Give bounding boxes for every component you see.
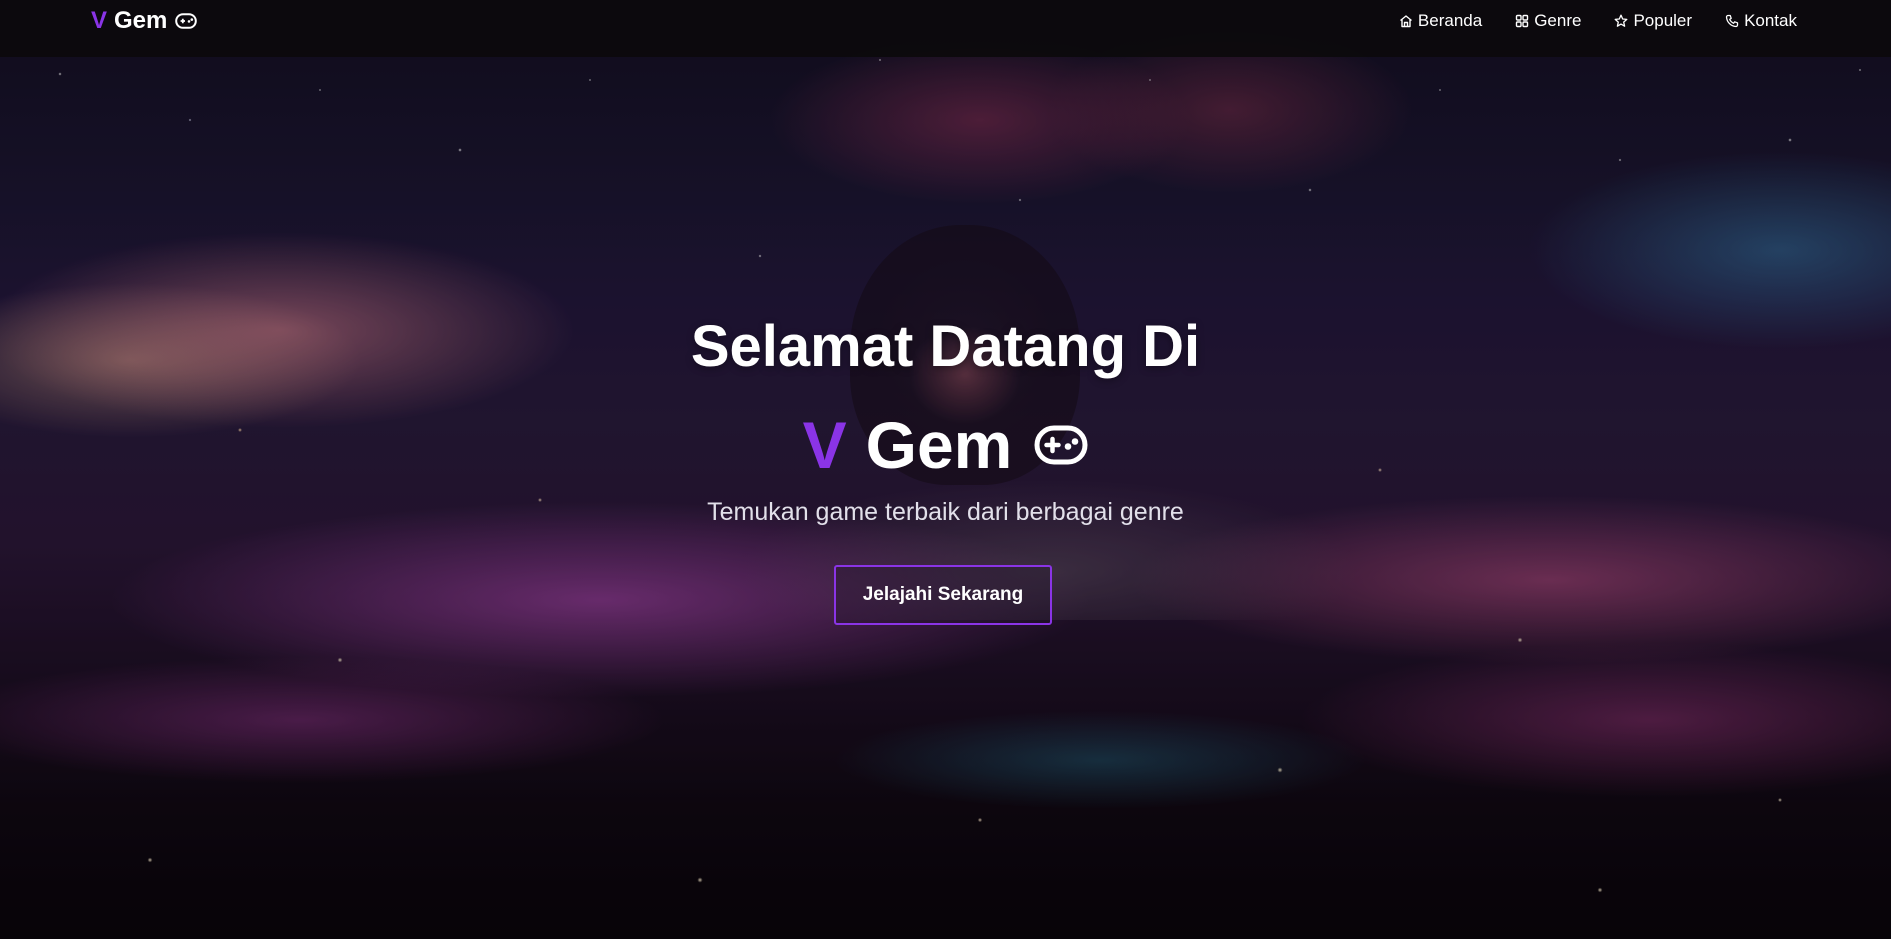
nav-item-genre[interactable]: Genre (1515, 10, 1581, 32)
hero-brand-v: V (802, 408, 847, 482)
home-icon (1399, 15, 1412, 28)
page: V Gem Beranda Genre Populer Kontak Selam… (0, 0, 1891, 939)
hero-subtitle: Temukan game terbaik dari berbagai genre (707, 498, 1184, 526)
phone-icon (1725, 14, 1739, 28)
hero-brand-name: Gem (865, 408, 1013, 482)
nav-item-kontak[interactable]: Kontak (1725, 10, 1797, 32)
nav-item-label: Beranda (1417, 11, 1483, 30)
gamepad-icon (1034, 425, 1088, 465)
nav-menu: Beranda Genre Populer Kontak (1366, 10, 1797, 32)
star-icon (1615, 14, 1628, 27)
brand-name: Gem (114, 7, 168, 34)
hero-title: Selamat Datang Di (690, 314, 1201, 379)
navbar: V Gem Beranda Genre Populer Kontak (0, 0, 1891, 57)
hero-brand: V Gem (0, 407, 1891, 483)
nav-item-label: Kontak (1744, 11, 1797, 30)
explore-now-button[interactable]: Jelajahi Sekarang (834, 565, 1052, 625)
nav-item-label: Populer (1633, 11, 1693, 30)
nav-item-populer[interactable]: Populer (1614, 10, 1692, 32)
brand-v: V (91, 7, 108, 34)
nav-item-label: Genre (1534, 11, 1582, 30)
brand-logo[interactable]: V Gem (91, 7, 198, 34)
grid-icon (1516, 14, 1529, 28)
gamepad-icon (175, 13, 198, 29)
nav-item-beranda[interactable]: Beranda (1399, 10, 1482, 32)
